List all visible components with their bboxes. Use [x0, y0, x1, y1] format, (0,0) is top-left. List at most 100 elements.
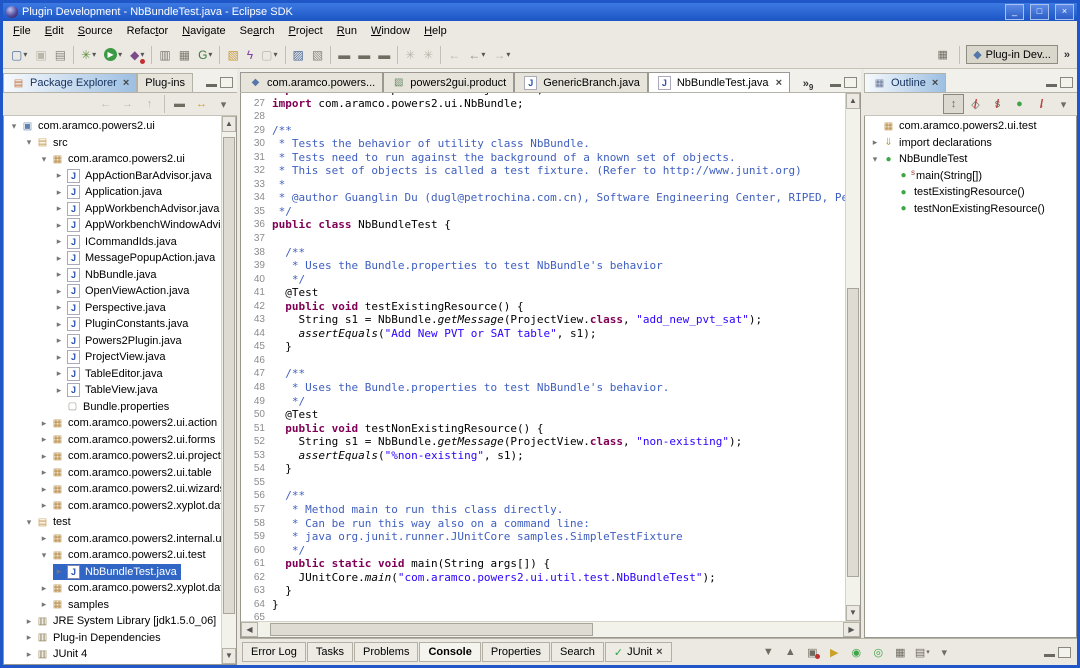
tree-item[interactable]: ▸JMessagePopupAction.java: [4, 250, 221, 267]
tree-item[interactable]: ▸▦com.aramco.powers2.ui.forms: [4, 432, 221, 449]
hide-fields-button[interactable]: ◇/: [965, 94, 986, 114]
hide-local-types-button[interactable]: ↓/: [1031, 94, 1052, 114]
minimize-window-button[interactable]: _: [1005, 4, 1024, 20]
open-console-button[interactable]: ▤▾: [912, 642, 933, 662]
print-button[interactable]: ▤: [51, 43, 70, 67]
open-plugin-artifact-button[interactable]: ▧: [223, 43, 242, 67]
expand-arrow-icon[interactable]: ▸: [53, 220, 65, 231]
expand-arrow-icon[interactable]: ▸: [23, 649, 35, 660]
tree-item[interactable]: ▸JApplication.java: [4, 184, 221, 201]
expand-arrow-icon[interactable]: ▸: [53, 385, 65, 396]
view-menu-button[interactable]: ▾: [934, 642, 955, 662]
tree-item[interactable]: ▸JOpenViewAction.java: [4, 283, 221, 300]
menu-source[interactable]: Source: [71, 22, 120, 40]
tree-item[interactable]: ▸JPluginConstants.java: [4, 316, 221, 333]
tree-item[interactable]: ▦com.aramco.powers2.ui.test: [865, 118, 1076, 135]
menu-file[interactable]: File: [6, 22, 38, 40]
expand-arrow-icon[interactable]: ▸: [53, 368, 65, 379]
expand-arrow-icon[interactable]: ▾: [23, 137, 35, 148]
tree-item[interactable]: ▸▥JRE System Library [jdk1.5.0_06]: [4, 613, 221, 630]
perspective-plugin-dev-button[interactable]: ◆ Plug-in Dev...: [966, 45, 1058, 64]
minimize-view-button[interactable]: [1044, 647, 1055, 657]
scroll-right-icon[interactable]: ▶: [843, 622, 860, 637]
menu-help[interactable]: Help: [417, 22, 454, 40]
tree-item[interactable]: ▸JPerspective.java: [4, 300, 221, 317]
expand-arrow-icon[interactable]: ▾: [38, 154, 50, 165]
tab-plug-ins[interactable]: Plug-ins: [137, 73, 193, 92]
external-tools-button[interactable]: ◆▾: [126, 43, 148, 67]
expand-arrow-icon[interactable]: ▸: [53, 253, 65, 264]
expand-arrow-icon[interactable]: ▸: [38, 451, 50, 462]
menu-window[interactable]: Window: [364, 22, 417, 40]
expand-arrow-icon[interactable]: ▸: [38, 467, 50, 478]
menu-project[interactable]: Project: [282, 22, 330, 40]
minimize-view-button[interactable]: [1046, 77, 1057, 87]
vertical-scrollbar[interactable]: ▲ ▼: [221, 116, 236, 664]
editor-horizontal-scrollbar[interactable]: ◀ ▶: [241, 621, 860, 637]
maximize-view-button[interactable]: [1060, 77, 1073, 88]
outline-tree[interactable]: ▦com.aramco.powers2.ui.test▸⇓import decl…: [865, 116, 1076, 637]
new-class-button[interactable]: G▾: [194, 43, 216, 67]
pin-console-button[interactable]: ◎: [868, 642, 889, 662]
tree-item[interactable]: ▸JTableEditor.java: [4, 366, 221, 383]
expand-arrow-icon[interactable]: ▸: [38, 500, 50, 511]
maximize-view-button[interactable]: [220, 77, 233, 88]
expand-arrow-icon[interactable]: ▸: [53, 203, 65, 214]
junit-view-button[interactable]: ▨: [289, 43, 308, 67]
tree-item[interactable]: ▸▦com.aramco.powers2.internal.ui.: [4, 531, 221, 548]
editor-tab-overflow-chevron[interactable]: »9: [801, 78, 816, 92]
previous-failure-button[interactable]: ▲: [780, 642, 801, 662]
tab-junit[interactable]: ✓JUnit×: [605, 642, 672, 662]
tree-item[interactable]: ▸▥Plug-in Dependencies: [4, 630, 221, 647]
expand-arrow-icon[interactable]: ▸: [869, 137, 881, 148]
scroll-up-icon[interactable]: ▲: [222, 116, 236, 132]
close-icon[interactable]: ×: [123, 77, 129, 89]
tree-item[interactable]: ▸▦com.aramco.powers2.xyplot.data: [4, 498, 221, 515]
tree-item[interactable]: ▸JAppWorkbenchAdvisor.java: [4, 201, 221, 218]
tab-outline[interactable]: ▦ Outline ×: [864, 73, 946, 92]
editor-tab-com-aramco-powers-[interactable]: ◆com.aramco.powers...: [240, 72, 383, 92]
run-button[interactable]: ▶▾: [100, 43, 126, 67]
scroll-thumb[interactable]: [223, 137, 235, 614]
tree-item[interactable]: ▾▦com.aramco.powers2.ui.test: [4, 547, 221, 564]
tree-item[interactable]: ●smain(String[]): [865, 168, 1076, 185]
hide-non-public-button[interactable]: ●: [1009, 94, 1030, 114]
tree-item[interactable]: ▸JPowers2Plugin.java: [4, 333, 221, 350]
tree-item[interactable]: ▸▦samples: [4, 597, 221, 614]
expand-arrow-icon[interactable]: ▾: [38, 550, 50, 561]
editor-tab-nbbundletest-java[interactable]: JNbBundleTest.java×: [648, 72, 790, 92]
expand-arrow-icon[interactable]: ▸: [38, 599, 50, 610]
open-type-button[interactable]: ▦: [175, 43, 194, 67]
link-with-editor-button[interactable]: ↔: [191, 94, 212, 114]
tree-item[interactable]: ▸JAppWorkbenchWindowAdvis: [4, 217, 221, 234]
perspective-overflow-chevron[interactable]: »: [1061, 49, 1073, 61]
maximize-view-button[interactable]: [844, 77, 857, 88]
plugin-search-button[interactable]: ϟ: [243, 43, 257, 67]
tree-item[interactable]: ▸▦com.aramco.powers2.ui.table: [4, 465, 221, 482]
tree-item[interactable]: ▸JProjectView.java: [4, 349, 221, 366]
tree-item[interactable]: ●testNonExistingResource(): [865, 201, 1076, 218]
menu-navigate[interactable]: Navigate: [175, 22, 232, 40]
java-search-button[interactable]: ▥: [155, 43, 174, 67]
close-icon[interactable]: ×: [776, 77, 782, 89]
scroll-up-icon[interactable]: ▲: [846, 93, 860, 109]
open-perspective-button[interactable]: ▦: [932, 45, 953, 65]
tree-item[interactable]: ▾▤test: [4, 514, 221, 531]
scroll-down-icon[interactable]: ▼: [846, 605, 860, 621]
tree-item[interactable]: ▢Bundle.properties: [4, 399, 221, 416]
tree-item[interactable]: ▸▥JUnit 4: [4, 646, 221, 663]
tab-console[interactable]: Console: [419, 642, 480, 662]
tree-item[interactable]: ▾▤src: [4, 135, 221, 152]
tree-item[interactable]: ▸JNbBundleTest.java: [4, 564, 221, 581]
expand-arrow-icon[interactable]: ▸: [38, 434, 50, 445]
sort-button[interactable]: ↕: [943, 94, 964, 114]
editor-tab-powers2gui-product[interactable]: ▧powers2gui.product: [383, 72, 514, 92]
expand-arrow-icon[interactable]: ▸: [53, 566, 65, 577]
tree-item[interactable]: ▸JICommandIds.java: [4, 234, 221, 251]
expand-arrow-icon[interactable]: ▸: [53, 187, 65, 198]
view-menu-button[interactable]: ▾: [1053, 94, 1074, 114]
expand-arrow-icon[interactable]: ▸: [53, 236, 65, 247]
collapse-all-button[interactable]: ▬: [169, 94, 190, 114]
tree-item[interactable]: ▸▦com.aramco.powers2.xyplot.data: [4, 580, 221, 597]
plugin-registry-button[interactable]: ▬: [334, 43, 354, 67]
